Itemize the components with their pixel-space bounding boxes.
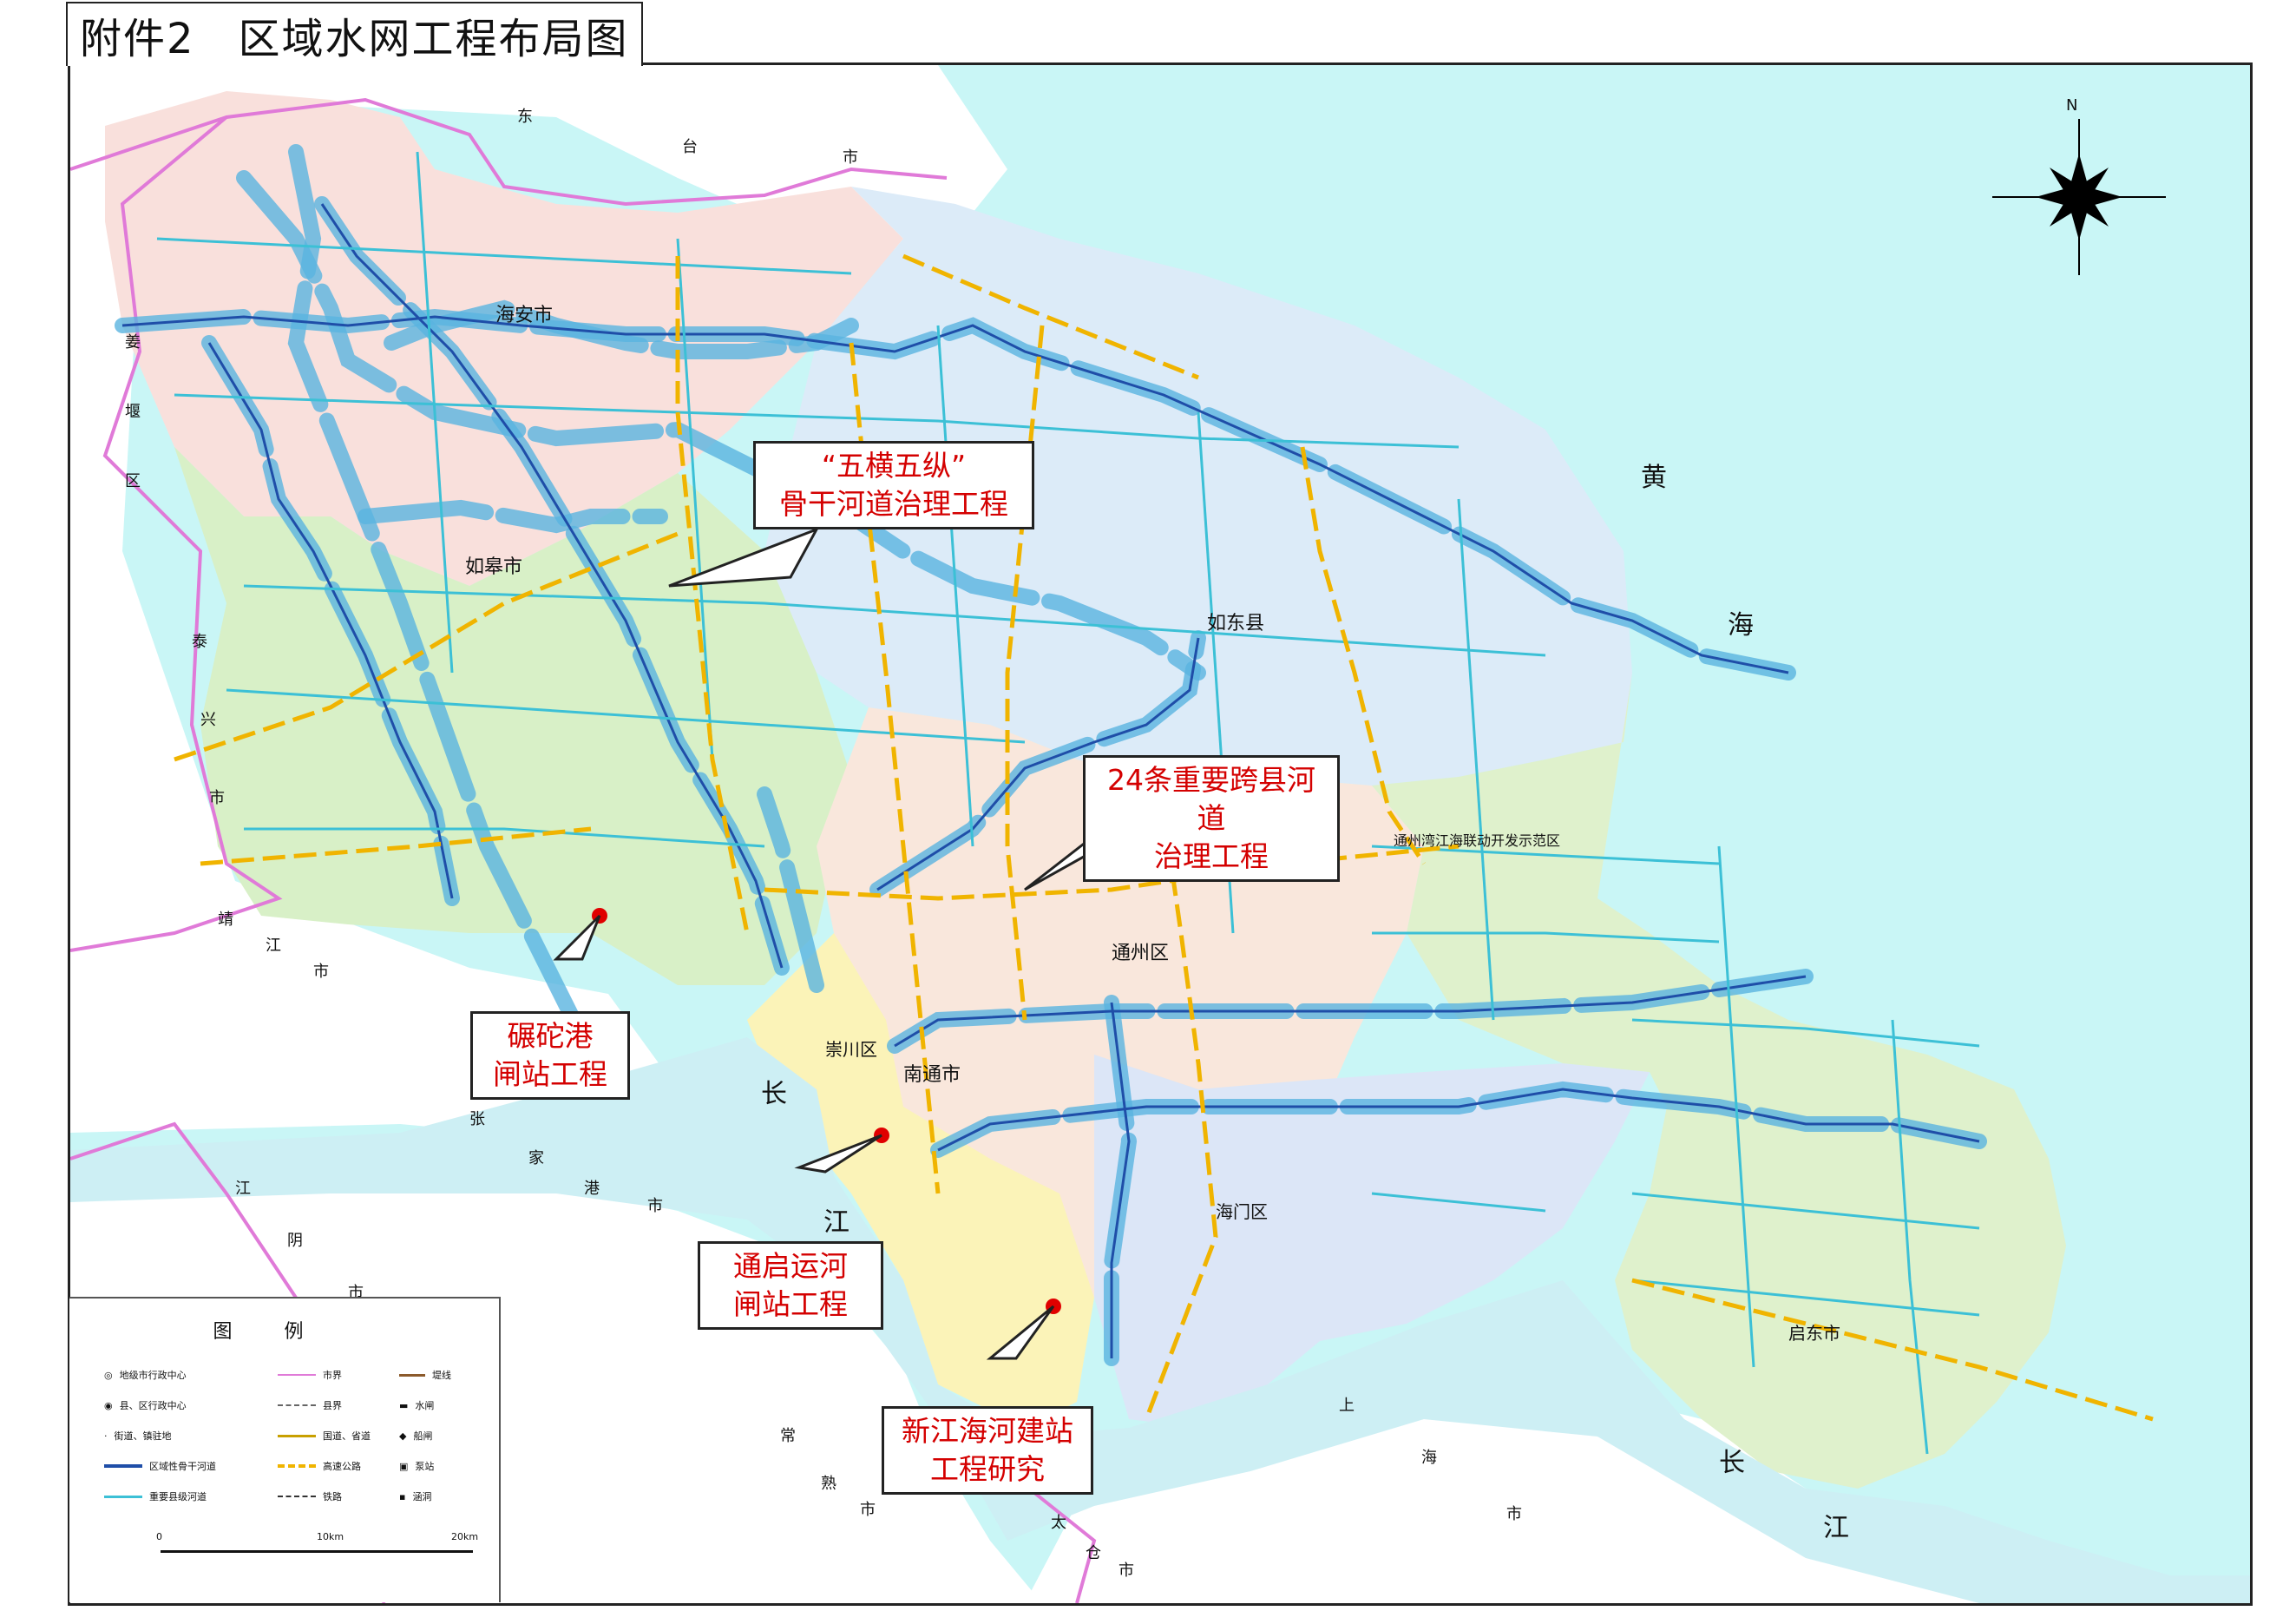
label-zhangjiagang-4: 市: [647, 1197, 663, 1215]
label-changshu-2: 熟: [821, 1475, 836, 1493]
scale-label-20km: 20km: [451, 1531, 479, 1542]
label-yangtze-2: 江: [823, 1207, 850, 1238]
label-jiangyin-1: 江: [235, 1180, 251, 1198]
label-shanghai-1: 上: [1339, 1397, 1355, 1415]
county-center-icon: ◉: [104, 1399, 113, 1411]
label-zhangjiagang-1: 张: [469, 1110, 485, 1128]
legend-item-sluice: ▬ 水闸: [399, 1399, 435, 1412]
legend-item-backbone-river: 区域性骨干河道: [104, 1459, 216, 1473]
callout-tongqi-line1: 通启运河: [733, 1249, 848, 1283]
callout-kuaxian-rivers[interactable]: 24条重要跨县河道 治理工程: [1083, 755, 1340, 882]
label-taixing-3: 市: [209, 789, 225, 807]
pump-station-icon: ▣: [399, 1460, 409, 1472]
backbone-river-symbol: [104, 1464, 142, 1468]
title-text: 区域水网工程布局图: [238, 15, 629, 63]
label-jingjiang-3: 市: [313, 963, 329, 981]
callout-niantuo-gang[interactable]: 碾砣港 闸站工程: [470, 1011, 630, 1100]
label-jingjiang-2: 江: [266, 937, 281, 955]
callout-kuaxian-line1: 24条重要跨县河道: [1107, 763, 1315, 835]
county-boundary-symbol: [278, 1404, 316, 1406]
label-taicang-1: 太: [1051, 1514, 1066, 1532]
label-taixing-2: 兴: [200, 711, 216, 729]
prefecture-center-icon: ◎: [104, 1369, 113, 1381]
legend-title: 图例: [213, 1321, 356, 1343]
label-jingjiang-1: 靖: [218, 911, 233, 929]
label-yangtze-1: 长: [761, 1079, 787, 1109]
legend-item-national-road: 国道、省道: [278, 1429, 371, 1443]
label-haian: 海安市: [495, 305, 554, 326]
legend-item-town: · 街道、镇驻地: [104, 1430, 172, 1443]
label-dongtai-1: 东: [517, 108, 533, 126]
label-shanghai-3: 市: [1506, 1505, 1522, 1523]
label-nantong: 南通市: [903, 1064, 961, 1086]
callout-xinjiang-line2: 工程研究: [930, 1452, 1045, 1486]
label-dongtai-3: 市: [843, 148, 858, 167]
label-huang-sea-1: 黄: [1641, 463, 1667, 493]
legend-item-county-river: 重要县级河道: [104, 1489, 207, 1503]
label-changshu-3: 市: [860, 1501, 876, 1519]
callout-wuheng-line1: “五横五纵”: [821, 449, 967, 483]
legend-item-railway: 铁路: [278, 1489, 342, 1503]
culvert-icon: ▪: [399, 1490, 406, 1502]
callout-wuheng-wuzong[interactable]: “五横五纵” 骨干河道治理工程: [753, 441, 1034, 529]
label-yangtze-4: 江: [1823, 1513, 1849, 1543]
label-jiangyan-1: 姜: [125, 333, 141, 352]
legend-item-county-boundary: 县界: [278, 1398, 342, 1412]
scale-label-0: 0: [156, 1531, 162, 1542]
label-zhangjiagang-2: 家: [528, 1149, 544, 1167]
national-road-symbol: [278, 1434, 316, 1437]
legend-item-culvert: ▪ 涵洞: [399, 1490, 432, 1503]
label-rudong: 如东县: [1207, 613, 1265, 634]
label-rugao: 如皋市: [465, 556, 523, 578]
callout-kuaxian-line2: 治理工程: [1154, 839, 1269, 873]
legend-item-prefecture-center: ◎ 地级市行政中心: [104, 1369, 187, 1382]
county-river-symbol: [104, 1495, 142, 1498]
callout-tongqi-canal[interactable]: 通启运河 闸站工程: [698, 1241, 883, 1330]
map-legend: 图例 ◎ 地级市行政中心 ◉ 县、区行政中心 · 街道、镇驻地 区域性骨干河道 重要县…: [69, 1297, 501, 1602]
callout-xinjiang-line1: 新江海河建站: [902, 1414, 1073, 1448]
label-taicang-2: 仓: [1086, 1544, 1101, 1562]
label-taixing-1: 泰: [192, 633, 207, 651]
label-kaifaqu: 通州湾江海联动开发示范区: [1394, 832, 1561, 849]
label-changshu-1: 常: [780, 1427, 796, 1445]
label-haimen: 海门区: [1216, 1201, 1268, 1222]
label-huang-sea-2: 海: [1728, 610, 1754, 641]
sluice-icon: ▬: [399, 1399, 409, 1411]
label-yangtze-3: 长: [1719, 1448, 1745, 1478]
legend-item-embankment: 堤线: [399, 1368, 451, 1382]
callout-niantuo-line2: 闸站工程: [493, 1057, 607, 1091]
legend-item-county-center: ◉ 县、区行政中心: [104, 1399, 187, 1412]
embankment-symbol: [399, 1373, 425, 1377]
expressway-symbol: [278, 1464, 316, 1468]
callout-tongqi-line2: 闸站工程: [733, 1287, 848, 1321]
label-tongzhou: 通州区: [1112, 943, 1170, 964]
label-chongchuan: 崇川区: [825, 1039, 877, 1060]
label-jiangyan-2: 堰: [125, 403, 141, 421]
legend-item-ship-lock: ◆ 船闸: [399, 1430, 433, 1443]
label-dongtai-2: 台: [682, 138, 698, 156]
label-zhangjiagang-3: 港: [584, 1180, 600, 1198]
ship-lock-icon: ◆: [399, 1430, 407, 1442]
scale-label-10km: 10km: [317, 1531, 344, 1542]
legend-item-city-boundary: 市界: [278, 1368, 342, 1382]
label-shanghai-2: 海: [1421, 1449, 1437, 1467]
legend-item-pump-station: ▣ 泵站: [399, 1460, 435, 1473]
railway-symbol: [278, 1496, 316, 1497]
legend-item-expressway: 高速公路: [278, 1459, 361, 1473]
title-prefix: 附件2: [80, 15, 195, 63]
map-title: 附件2 区域水网工程布局图: [66, 2, 643, 66]
label-taicang-3: 市: [1118, 1562, 1134, 1580]
callout-niantuo-line1: 碾砣港: [507, 1019, 594, 1053]
compass-north-label: N: [2066, 96, 2078, 115]
label-qidong: 启东市: [1788, 1323, 1840, 1344]
scale-bar: [161, 1550, 473, 1553]
callout-xinjiang-haihe[interactable]: 新江海河建站 工程研究: [882, 1406, 1093, 1495]
city-boundary-symbol: [278, 1374, 316, 1376]
label-jiangyan-3: 区: [125, 472, 141, 490]
label-jiangyin-2: 阴: [287, 1232, 303, 1250]
town-icon: ·: [104, 1430, 108, 1442]
callout-wuheng-line2: 骨干河道治理工程: [779, 487, 1008, 521]
